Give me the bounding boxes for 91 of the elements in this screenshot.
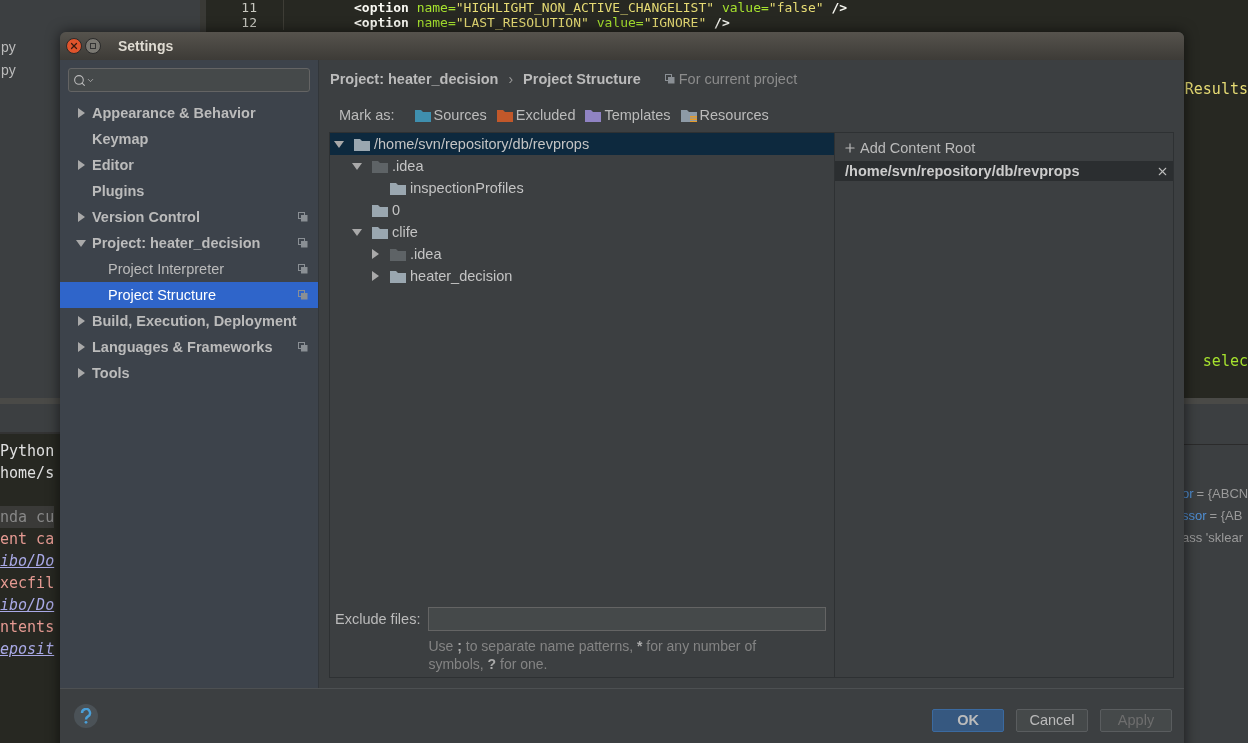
breadcrumb-item: Project Structure (523, 71, 641, 87)
folder-name: heater_decision (410, 268, 513, 284)
mark-as-option[interactable]: Resources (680, 107, 769, 123)
breadcrumb-item[interactable]: Project: heater_decision (330, 71, 499, 87)
expanded-arrow-icon[interactable] (352, 161, 362, 171)
settings-category[interactable]: Project Structure (60, 282, 318, 308)
tree-row[interactable]: 0 (330, 199, 834, 221)
collapsed-arrow-icon[interactable] (76, 108, 86, 118)
folder-name: clife (392, 224, 418, 240)
settings-category[interactable]: Build, Execution, Deployment (60, 308, 318, 334)
folder-icon (496, 108, 513, 122)
content-root-row[interactable]: /home/svn/repository/db/revprops (835, 161, 1173, 181)
tree-row[interactable]: clife (330, 221, 834, 243)
collapsed-arrow-icon[interactable] (76, 316, 86, 326)
help-icon[interactable] (74, 704, 98, 728)
dialog-button[interactable]: OK (932, 709, 1004, 732)
mark-as-option[interactable]: Excluded (496, 107, 576, 123)
settings-category[interactable]: Version Control (60, 204, 318, 230)
project-scope-icon (664, 74, 675, 84)
folder-icon (390, 269, 406, 283)
expanded-arrow-icon[interactable] (352, 227, 362, 237)
project-scope-icon (298, 342, 308, 352)
collapsed-arrow-icon[interactable] (76, 212, 86, 222)
settings-category[interactable]: Appearance & Behavior (60, 100, 318, 126)
settings-category[interactable]: Keymap (60, 126, 318, 152)
collapsed-arrow-icon[interactable] (76, 368, 86, 378)
tree-row[interactable]: .idea (330, 243, 834, 265)
collapsed-arrow-icon[interactable] (76, 342, 86, 352)
mark-as-label: Mark as: (339, 107, 395, 123)
line-number: 11 (206, 0, 284, 15)
tree-row[interactable]: inspectionProfiles (330, 177, 834, 199)
window-title: Settings (118, 38, 174, 54)
tree-row[interactable]: /home/svn/repository/db/revprops (330, 133, 834, 155)
collapsed-arrow-icon[interactable] (76, 160, 86, 170)
line-number: 12 (206, 15, 284, 30)
folder-icon (585, 108, 602, 122)
console-line: ntents (0, 617, 55, 638)
exclude-files-field[interactable] (428, 607, 826, 631)
console-line: xecfil (0, 573, 55, 594)
maximize-icon[interactable] (85, 38, 101, 54)
folder-icon (372, 225, 388, 239)
scope-note: For current project (664, 71, 798, 87)
close-icon[interactable] (66, 38, 82, 54)
console-line: home/s (0, 463, 55, 484)
console-line[interactable]: ibo/Do (0, 550, 55, 572)
folder-name: /home/svn/repository/db/revprops (374, 136, 590, 152)
project-scope-icon (298, 264, 308, 274)
folder-icon (372, 159, 388, 173)
settings-category[interactable]: Plugins (60, 178, 318, 204)
mark-as-option[interactable]: Templates (585, 107, 671, 123)
search-icon (73, 73, 86, 87)
folder-icon (390, 247, 406, 261)
code-text: selec (1202, 352, 1248, 370)
hint-text: Use ; to separate name patterns, * for any number of symbols, ? for one. (428, 637, 758, 673)
folder-name: 0 (392, 202, 401, 218)
collapsed-arrow-icon[interactable] (370, 249, 380, 259)
console-line: Python (0, 441, 55, 462)
settings-category[interactable]: Project Interpreter (60, 256, 318, 282)
dialog-button[interactable]: Cancel (1016, 709, 1088, 732)
folder-icon (390, 181, 406, 195)
search-field[interactable] (68, 68, 310, 92)
tree-row[interactable]: heater_decision (330, 265, 834, 287)
expanded-arrow-icon[interactable] (76, 238, 86, 248)
project-scope-icon (298, 238, 308, 248)
console-line[interactable]: ibo/Do (0, 594, 55, 616)
project-scope-icon (298, 290, 308, 300)
folder-icon (354, 137, 370, 151)
expanded-arrow-icon[interactable] (334, 139, 344, 149)
settings-category[interactable]: Tools (60, 360, 318, 386)
code-line: <option name="HIGHLIGHT_NON_ACTIVE_CHANGELIST" value="false" /> (354, 0, 848, 15)
folder-icon (372, 203, 388, 217)
console-line[interactable]: eposit (0, 638, 55, 660)
mark-as-option[interactable]: Sources (414, 107, 487, 123)
add-content-root-button[interactable]: Add Content Root (835, 137, 1173, 159)
collapsed-arrow-icon[interactable] (370, 271, 380, 281)
plus-icon (843, 141, 857, 155)
folder-name: .idea (410, 246, 442, 262)
code-line: <option name="LAST_RESOLUTION" value="IGNORE" /> (354, 15, 730, 30)
settings-category[interactable]: Editor (60, 152, 318, 178)
breadcrumb-separator: › (508, 71, 514, 87)
settings-category[interactable]: Project: heater_decision (60, 230, 318, 256)
folder-icon (414, 108, 431, 122)
project-scope-icon (298, 212, 308, 222)
console-line: ent ca (0, 529, 55, 550)
folder-icon (680, 108, 697, 122)
field-label: Exclude files: (335, 611, 421, 627)
folder-name: .idea (392, 158, 424, 174)
tree-row[interactable]: .idea (330, 155, 834, 177)
settings-category[interactable]: Languages & Frameworks (60, 334, 318, 360)
folder-name: inspectionProfiles (410, 180, 524, 196)
code-text: Results (1184, 80, 1248, 98)
